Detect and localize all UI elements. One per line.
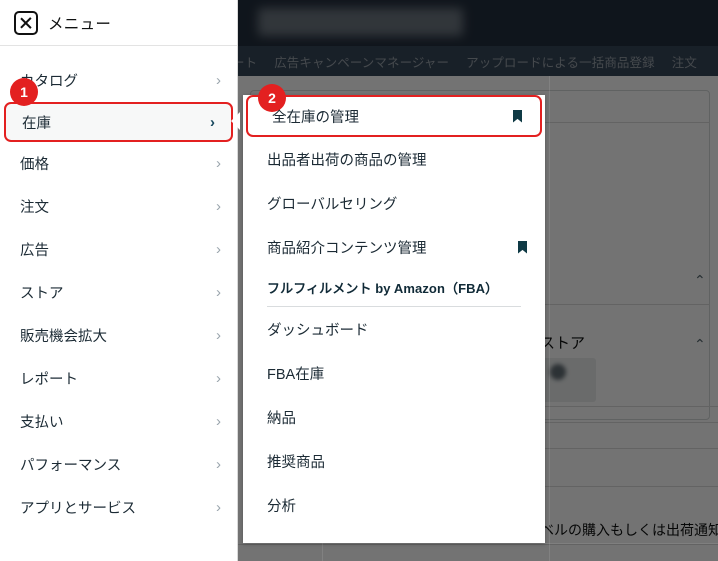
submenu-item-analytics[interactable]: 分析 [243, 483, 545, 527]
background-seam [243, 543, 718, 544]
sidebar-item-label: 広告 [20, 243, 49, 259]
chevron-right-icon: › [216, 456, 221, 473]
submenu-item-manage-all-inventory[interactable]: 全在庫の管理 [246, 95, 542, 137]
submenu-item-manage-seller-fulfilled[interactable]: 出品者出荷の商品の管理 [243, 137, 545, 181]
bookmark-icon[interactable] [518, 240, 527, 254]
sidebar-item-growth[interactable]: 販売機会拡大 › [0, 314, 237, 357]
submenu-item-label: 推奨商品 [267, 454, 325, 471]
sidebar-item-orders[interactable]: 注文 › [0, 185, 237, 228]
menu-header: メニュー [0, 0, 237, 46]
submenu-item-label: ダッシュボード [267, 322, 369, 339]
sidebar-item-label: アプリとサービス [20, 501, 136, 517]
background-seam [322, 543, 323, 561]
chevron-right-icon: › [216, 413, 221, 430]
menu-title: メニュー [48, 15, 112, 33]
sidebar-item-payments[interactable]: 支払い › [0, 400, 237, 443]
step-badge-2: 2 [258, 84, 286, 112]
chevron-right-icon: › [216, 72, 221, 89]
submenu-item-shipments[interactable]: 納品 [243, 395, 545, 439]
step-badge-1: 1 [10, 78, 38, 106]
submenu-item-label: 分析 [267, 498, 296, 515]
submenu-item-fba-inventory[interactable]: FBA在庫 [243, 351, 545, 395]
sidebar-item-label: 支払い [20, 415, 64, 431]
screen-root: ート 広告キャンペーンマネージャー アップロードによる一括商品登録 注文 ⌃ ⌃… [0, 0, 718, 561]
submenu-item-label: グローバルセリング [267, 196, 398, 213]
chevron-right-icon: › [216, 241, 221, 258]
sidebar-item-label: ストア [20, 286, 64, 302]
sidebar-item-advertising[interactable]: 広告 › [0, 228, 237, 271]
submenu-section-title: フルフィルメント by Amazon（FBA） [267, 281, 499, 296]
submenu-item-a-plus-content[interactable]: 商品紹介コンテンツ管理 [243, 225, 545, 269]
submenu-item-global-selling[interactable]: グローバルセリング [243, 181, 545, 225]
chevron-right-icon: › [216, 284, 221, 301]
submenu-section-fba: フルフィルメント by Amazon（FBA） [243, 269, 545, 307]
bookmark-icon[interactable] [513, 109, 522, 123]
sidebar-item-store[interactable]: ストア › [0, 271, 237, 314]
sidebar-item-label: パフォーマンス [20, 458, 122, 474]
submenu-item-label: 全在庫の管理 [272, 109, 359, 126]
submenu-item-label: 出品者出荷の商品の管理 [267, 152, 427, 169]
sidebar-item-label: 価格 [20, 157, 49, 173]
chevron-right-icon: › [216, 499, 221, 516]
submenu-pointer [231, 112, 240, 130]
menu-list: カタログ › 在庫 › 価格 › 注文 › 広告 › ストア › 販売機会拡大 … [0, 46, 237, 529]
submenu-item-recommended-products[interactable]: 推奨商品 [243, 439, 545, 483]
inventory-submenu-panel: 全在庫の管理 出品者出荷の商品の管理 グローバルセリング 商品紹介コンテンツ管理… [243, 95, 545, 543]
chevron-right-icon: › [216, 155, 221, 172]
chevron-right-icon: › [210, 113, 215, 131]
submenu-item-label: 納品 [267, 410, 296, 427]
chevron-right-icon: › [216, 198, 221, 215]
sidebar-item-reports[interactable]: レポート › [0, 357, 237, 400]
sidebar-item-label: 販売機会拡大 [20, 329, 107, 345]
submenu-item-dashboard[interactable]: ダッシュボード [243, 307, 545, 351]
sidebar-item-apps-and-services[interactable]: アプリとサービス › [0, 486, 237, 529]
sidebar-item-label: 在庫 [22, 115, 51, 132]
chevron-right-icon: › [216, 327, 221, 344]
submenu-item-label: 商品紹介コンテンツ管理 [267, 240, 427, 257]
sidebar-item-performance[interactable]: パフォーマンス › [0, 443, 237, 486]
sidebar-item-pricing[interactable]: 価格 › [0, 142, 237, 185]
close-box-icon[interactable] [14, 10, 38, 35]
sidebar-item-label: 注文 [20, 200, 49, 216]
sidebar-item-label: レポート [20, 372, 78, 388]
chevron-right-icon: › [216, 370, 221, 387]
background-seam [549, 76, 550, 561]
sidebar-item-inventory[interactable]: 在庫 › [4, 102, 233, 142]
submenu-item-label: FBA在庫 [267, 366, 325, 383]
